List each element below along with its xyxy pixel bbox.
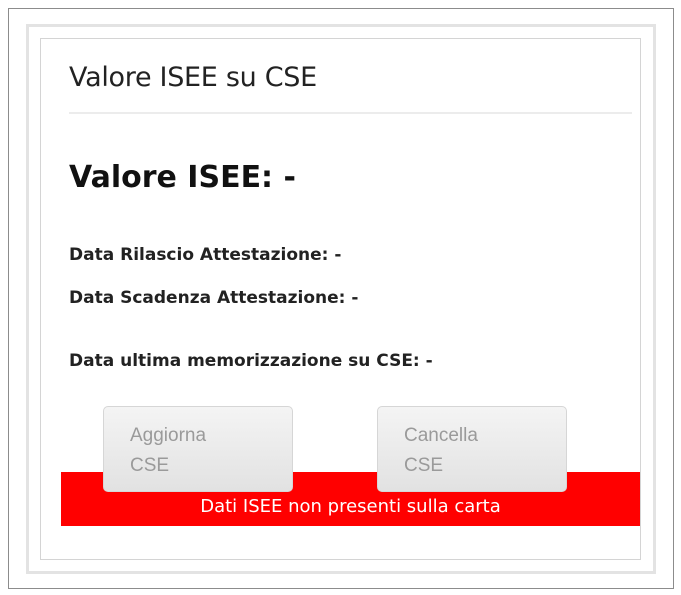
- error-message: Dati ISEE non presenti sulla carta: [200, 496, 501, 517]
- last-stored-date: Data ultima memorizzazione su CSE: -: [69, 351, 433, 371]
- delete-cse-button-label-line1: Cancella: [404, 425, 478, 446]
- update-cse-button-label-line1: Aggiorna: [130, 425, 207, 446]
- isee-value: Valore ISEE: -: [69, 160, 296, 195]
- release-date: Data Rilascio Attestazione: -: [69, 245, 342, 265]
- update-cse-button[interactable]: Aggiorna CSE: [103, 406, 293, 492]
- title-divider: [69, 112, 632, 114]
- panel-title: Valore ISEE su CSE: [69, 62, 317, 93]
- delete-cse-button[interactable]: Cancella CSE: [377, 406, 567, 492]
- delete-cse-button-label-line2: CSE: [404, 455, 444, 476]
- expiry-date: Data Scadenza Attestazione: -: [69, 288, 359, 308]
- update-cse-button-label-line2: CSE: [130, 455, 170, 476]
